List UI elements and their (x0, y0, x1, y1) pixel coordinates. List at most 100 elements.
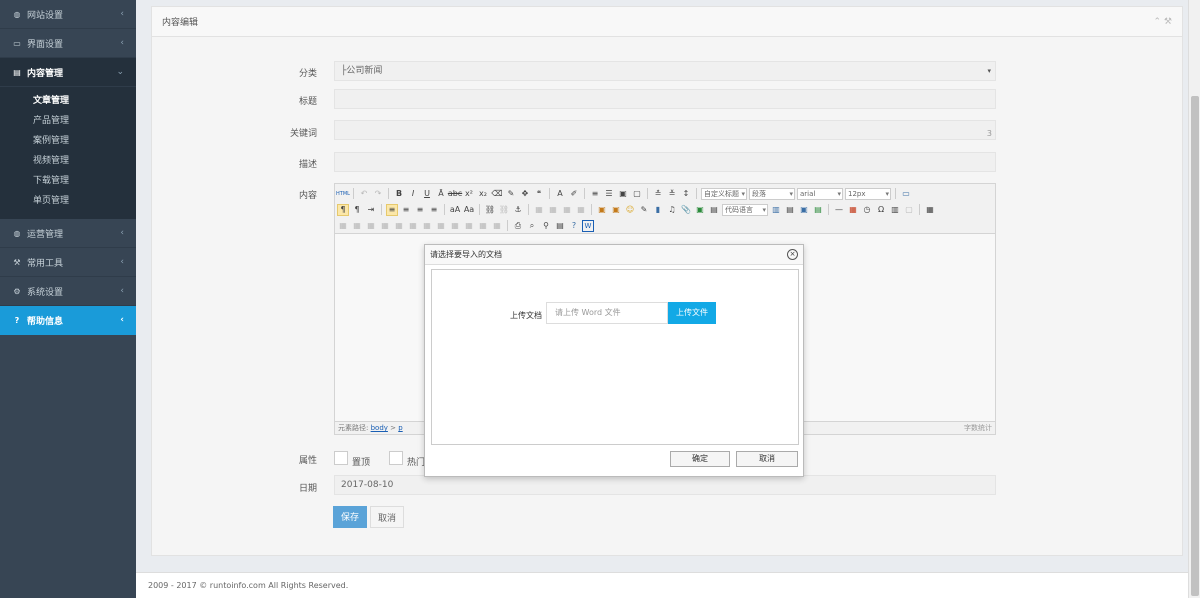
music-icon[interactable]: ♫ (666, 204, 678, 216)
align-center-icon[interactable]: ≡ (400, 204, 412, 216)
sidebar-item-system-settings[interactable]: ⚙ 系统设置 ‹ (0, 277, 136, 306)
sidebar-item-ui-settings[interactable]: ▭ 界面设置 ‹ (0, 29, 136, 58)
select-all-icon[interactable]: ▣ (617, 188, 629, 200)
paragraph-select[interactable]: 段落 (749, 187, 795, 200)
path-p-link[interactable]: p (398, 424, 402, 432)
dialog-ok-button[interactable]: 确定 (670, 451, 730, 467)
special-chars-icon[interactable]: Ω (875, 204, 887, 216)
sidebar-subitem-products[interactable]: 产品管理 (0, 111, 136, 131)
fullscreen-icon[interactable]: ▭ (900, 188, 912, 200)
redo-icon[interactable]: ↷ (372, 188, 384, 200)
font-color-icon[interactable]: A (554, 188, 566, 200)
import-word-icon[interactable]: W (582, 219, 594, 232)
split-cells-icon[interactable]: ▦ (449, 220, 461, 232)
keywords-input[interactable]: 3 (334, 120, 996, 140)
category-select[interactable]: ├公司新闻 ▾ (334, 61, 996, 81)
page-scrollbar[interactable] (1188, 0, 1200, 598)
delete-row-icon[interactable]: ▦ (365, 220, 377, 232)
image-right-icon[interactable]: ▦ (561, 204, 573, 216)
undo-icon[interactable]: ↶ (358, 188, 370, 200)
bold-icon[interactable]: B (393, 188, 405, 200)
align-justify-icon[interactable]: ≡ (428, 204, 440, 216)
link-icon[interactable]: ⛓ (484, 204, 496, 216)
indent-icon[interactable]: ⇥ (365, 204, 377, 216)
merge-down-icon[interactable]: ▦ (435, 220, 447, 232)
format-brush-icon[interactable]: ✎ (505, 188, 517, 200)
sidebar-item-site-settings[interactable]: ◍ 网站设置 ‹ (0, 0, 136, 29)
font-family-select[interactable]: arial (797, 187, 843, 200)
hot-checkbox[interactable] (389, 451, 403, 465)
sidebar-subitem-cases[interactable]: 案例管理 (0, 131, 136, 151)
dialog-cancel-button[interactable]: 取消 (736, 451, 798, 467)
page-break-icon[interactable]: ▥ (770, 204, 782, 216)
align-right-icon[interactable]: ≡ (414, 204, 426, 216)
chart-icon[interactable]: ▤ (812, 204, 824, 216)
superscript-icon[interactable]: x² (463, 188, 475, 200)
sidebar-item-tools[interactable]: ⚒ 常用工具 ‹ (0, 248, 136, 277)
horizontal-rule-icon[interactable]: — (833, 204, 845, 216)
split-cols-icon[interactable]: ▦ (477, 220, 489, 232)
to-uppercase-icon[interactable]: Aa (463, 204, 475, 216)
auto-typeset-icon[interactable]: ✥ (519, 188, 531, 200)
table-del-icon[interactable]: ▦ (337, 220, 349, 232)
line-height-icon[interactable]: ↕ (680, 188, 692, 200)
unlink-icon[interactable]: ⛓ (498, 204, 510, 216)
top-checkbox[interactable] (334, 451, 348, 465)
sidebar-subitem-pages[interactable]: 单页管理 (0, 191, 136, 211)
format-eraser-icon[interactable]: ⌫ (491, 188, 503, 200)
highlight-color-icon[interactable]: ✐ (568, 188, 580, 200)
drafts-icon[interactable]: ▤ (554, 220, 566, 232)
image-center-icon[interactable]: ▦ (575, 204, 587, 216)
subscript-icon[interactable]: x₂ (477, 188, 489, 200)
scrawl-icon[interactable]: ✎ (638, 204, 650, 216)
ltr-icon[interactable]: ¶ (337, 203, 349, 216)
sidebar-item-help[interactable]: ? 帮助信息 ‹ (0, 306, 136, 335)
close-icon[interactable]: × (787, 249, 798, 260)
insert-frame-icon[interactable]: ▣ (694, 204, 706, 216)
row-spacing-bottom-icon[interactable]: ≚ (666, 188, 678, 200)
background-icon[interactable]: ▣ (798, 204, 810, 216)
unordered-list-icon[interactable]: ☰ (603, 188, 615, 200)
strikethrough-icon[interactable]: abc (448, 188, 462, 200)
blockquote-icon[interactable]: ❝ (533, 188, 545, 200)
sidebar-subitem-downloads[interactable]: 下载管理 (0, 171, 136, 191)
table-props-icon[interactable]: ▦ (491, 220, 503, 232)
search-replace-icon[interactable]: ⚲ (540, 220, 552, 232)
insert-image-icon[interactable]: ▣ (610, 204, 622, 216)
time-icon[interactable]: ◷ (861, 204, 873, 216)
image-none-icon[interactable]: ▦ (533, 204, 545, 216)
save-button[interactable]: 保存 (333, 506, 367, 528)
merge-cells-icon[interactable]: ▦ (407, 220, 419, 232)
scrollbar-thumb[interactable] (1191, 96, 1199, 596)
help-icon[interactable]: ? (568, 220, 580, 232)
emoticon-icon[interactable]: ☺ (624, 204, 636, 216)
simple-upload-icon[interactable]: ▣ (596, 204, 608, 216)
sidebar-item-content-management[interactable]: ▤ 内容管理 ⌄ (0, 58, 136, 87)
italic-icon[interactable]: I (407, 188, 419, 200)
title-input[interactable] (334, 89, 996, 109)
delete-col-icon[interactable]: ▦ (393, 220, 405, 232)
word-count[interactable]: 字数统计 (964, 422, 992, 434)
rtl-icon[interactable]: ¶ (351, 204, 363, 216)
panel-tools-icons[interactable]: ⌃ ⚒ (1154, 17, 1172, 27)
align-left-icon[interactable]: ≡ (386, 203, 398, 216)
anchor-icon[interactable]: ⚓ (512, 204, 524, 216)
sidebar-subitem-articles[interactable]: 文章管理 (0, 91, 136, 111)
cancel-button[interactable]: 取消 (370, 506, 404, 528)
attachment-icon[interactable]: 📎 (680, 204, 692, 216)
insert-video-icon[interactable]: ▮ (652, 204, 664, 216)
preview-icon[interactable]: ⌕ (526, 220, 538, 232)
upload-file-input[interactable]: 请上传 Word 文件 (546, 302, 668, 324)
date-input[interactable]: 2017-08-10 (334, 475, 996, 495)
code-language-select[interactable]: 代码语言 (722, 203, 768, 216)
wordimage-icon[interactable]: ▥ (889, 204, 901, 216)
row-spacing-top-icon[interactable]: ≛ (652, 188, 664, 200)
date-icon[interactable]: ▦ (847, 204, 859, 216)
ordered-list-icon[interactable]: ≡ (589, 188, 601, 200)
sidebar-subitem-videos[interactable]: 视频管理 (0, 151, 136, 171)
template-icon[interactable]: ▤ (784, 204, 796, 216)
insert-code-icon[interactable]: ▤ (708, 204, 720, 216)
upload-file-button[interactable]: 上传文件 (668, 302, 716, 324)
image-left-icon[interactable]: ▦ (547, 204, 559, 216)
clear-doc-icon[interactable]: ▢ (631, 188, 643, 200)
